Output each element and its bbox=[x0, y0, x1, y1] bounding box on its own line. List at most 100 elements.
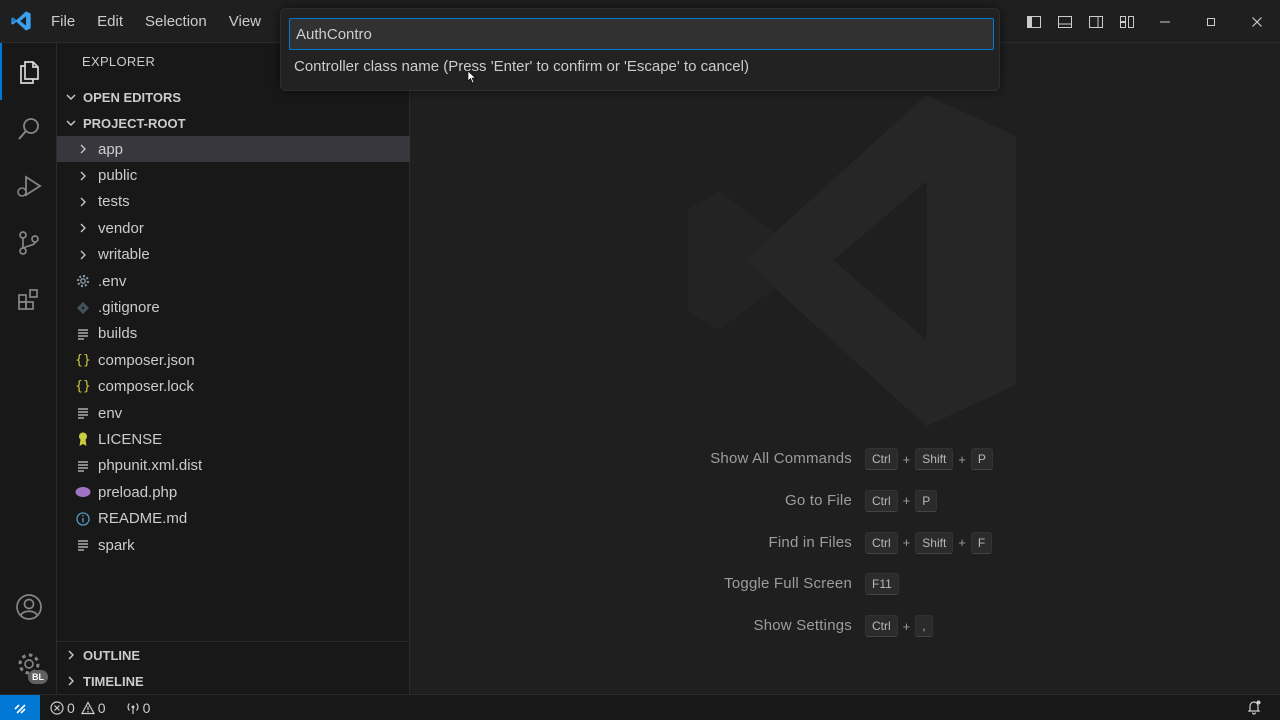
vscode-logo-icon bbox=[11, 11, 31, 31]
tree-file[interactable]: {} composer.json bbox=[57, 347, 410, 373]
tree-file[interactable]: builds bbox=[57, 321, 410, 347]
shortcut-row: Find in Files Ctrl + Shift + F bbox=[410, 531, 1280, 557]
source-control-icon[interactable] bbox=[0, 214, 57, 271]
menu-item[interactable]: File bbox=[40, 0, 86, 43]
tree-file[interactable]: env bbox=[57, 400, 410, 426]
tree-file[interactable]: preload.php bbox=[57, 479, 410, 505]
explorer-sidebar: EXPLORER OPEN EDITORS PROJECT-ROOT app pu… bbox=[57, 43, 410, 694]
menu-item[interactable]: Selection bbox=[134, 0, 218, 43]
chevron-right-icon bbox=[75, 141, 91, 157]
file-lines-icon bbox=[75, 458, 91, 474]
tree-folder[interactable]: vendor bbox=[57, 215, 410, 241]
tree-file[interactable]: .env bbox=[57, 268, 410, 294]
tree-item-label: public bbox=[98, 167, 138, 185]
tree-folder[interactable]: tests bbox=[57, 189, 410, 215]
tree-item-label: app bbox=[98, 140, 124, 158]
keybinding-key: Ctrl bbox=[865, 448, 898, 470]
outline-label: OUTLINE bbox=[83, 647, 141, 663]
shortcut-row: Go to File Ctrl + P bbox=[410, 489, 1280, 515]
tree-item-label: .gitignore bbox=[98, 299, 160, 317]
keybinding-key: Ctrl bbox=[865, 531, 898, 554]
titlebar-controls bbox=[1018, 0, 1280, 43]
customize-layout-icon[interactable] bbox=[1111, 0, 1142, 43]
file-tree: app public tests vendor writable .env .gitigno… bbox=[57, 136, 410, 558]
shortcut-label: Find in Files bbox=[768, 533, 852, 551]
error-icon bbox=[50, 700, 64, 715]
keybinding-key: Ctrl bbox=[865, 615, 898, 638]
problems-status[interactable]: 0 0 bbox=[50, 700, 106, 716]
tree-item-label: README.md bbox=[98, 510, 188, 528]
manage-gear-icon[interactable]: BL bbox=[0, 635, 57, 692]
chevron-right-icon bbox=[75, 247, 91, 263]
remote-indicator-icon[interactable] bbox=[0, 694, 40, 720]
tree-folder[interactable]: public bbox=[57, 162, 410, 188]
toggle-panel-icon[interactable] bbox=[1049, 0, 1080, 43]
tree-item-label: spark bbox=[98, 536, 135, 554]
keybinding-key: F bbox=[970, 531, 993, 554]
bottom-sections: OUTLINE TIMELINE bbox=[57, 641, 410, 689]
menu-item[interactable]: Edit bbox=[86, 0, 134, 43]
tree-file[interactable]: spark bbox=[57, 532, 410, 558]
tree-file[interactable]: README.md bbox=[57, 505, 410, 531]
search-icon[interactable] bbox=[0, 100, 57, 157]
account-badge: BL bbox=[28, 670, 48, 684]
warning-count: 0 bbox=[97, 699, 106, 716]
toggle-secondary-sidebar-icon[interactable] bbox=[1080, 0, 1111, 43]
tree-file[interactable]: phpunit.xml.dist bbox=[57, 453, 410, 479]
chevron-down-icon bbox=[59, 117, 83, 129]
warning-icon bbox=[80, 700, 95, 714]
chevron-right-icon bbox=[59, 649, 83, 661]
explorer-icon[interactable] bbox=[0, 43, 57, 100]
controller-name-input[interactable] bbox=[289, 18, 994, 50]
ports-count: 0 bbox=[142, 699, 151, 716]
maximize-icon[interactable] bbox=[1188, 0, 1234, 43]
shortcut-keys: Ctrl + Shift + P bbox=[865, 447, 993, 471]
quick-input-message: Controller class name (Press 'Enter' to … bbox=[294, 58, 749, 75]
tree-item-label: env bbox=[98, 404, 123, 422]
keybinding-key: Ctrl bbox=[865, 489, 898, 512]
vscode-watermark-icon bbox=[688, 94, 1017, 427]
tree-item-label: tests bbox=[98, 193, 130, 211]
menu-item[interactable]: View bbox=[218, 0, 272, 43]
minimize-icon[interactable] bbox=[1142, 0, 1188, 43]
tree-item-label: vendor bbox=[98, 219, 144, 237]
status-bar: 0 0 0 bbox=[0, 694, 1280, 720]
key-plus: + bbox=[902, 618, 911, 634]
keybinding-key: F11 bbox=[865, 573, 899, 596]
json-braces-icon: {} bbox=[75, 352, 91, 368]
tree-file[interactable]: .gitignore bbox=[57, 294, 410, 320]
extensions-icon[interactable] bbox=[0, 271, 57, 328]
account-icon[interactable] bbox=[0, 578, 57, 635]
key-plus: + bbox=[958, 451, 966, 467]
project-root-header[interactable]: PROJECT-ROOT bbox=[57, 110, 410, 136]
toggle-primary-sidebar-icon[interactable] bbox=[1018, 0, 1049, 43]
timeline-label: TIMELINE bbox=[83, 673, 144, 689]
close-icon[interactable] bbox=[1234, 0, 1280, 43]
key-plus: + bbox=[902, 451, 911, 467]
tree-item-label: .env bbox=[98, 272, 127, 290]
tree-folder[interactable]: writable bbox=[57, 242, 410, 268]
run-debug-icon[interactable] bbox=[0, 157, 57, 214]
tree-file[interactable]: LICENSE bbox=[57, 426, 410, 452]
key-plus: + bbox=[958, 535, 966, 551]
timeline-header[interactable]: TIMELINE bbox=[57, 668, 410, 694]
chevron-right-icon bbox=[75, 168, 91, 184]
git-icon bbox=[75, 300, 91, 316]
tree-item-label: preload.php bbox=[98, 483, 178, 501]
shortcut-label: Show Settings bbox=[753, 617, 852, 635]
tree-item-label: composer.json bbox=[98, 351, 195, 369]
tree-folder[interactable]: app bbox=[57, 136, 410, 163]
notifications-bell-icon[interactable] bbox=[1246, 699, 1262, 715]
info-icon bbox=[75, 511, 91, 527]
tree-file[interactable]: {} composer.lock bbox=[57, 374, 410, 400]
tree-item-label: LICENSE bbox=[98, 430, 163, 448]
shortcut-keys: Ctrl + P bbox=[865, 489, 938, 513]
outline-header[interactable]: OUTLINE bbox=[57, 642, 410, 668]
file-lines-icon bbox=[75, 537, 91, 553]
shortcut-label: Toggle Full Screen bbox=[724, 575, 852, 593]
ports-status[interactable]: 0 bbox=[126, 699, 151, 716]
shortcut-keys: Ctrl +, bbox=[865, 614, 933, 638]
shortcut-keys: Ctrl + Shift + F bbox=[865, 531, 993, 555]
chevron-right-icon bbox=[75, 220, 91, 236]
menu-bar: FileEditSelectionViewG bbox=[40, 0, 306, 43]
